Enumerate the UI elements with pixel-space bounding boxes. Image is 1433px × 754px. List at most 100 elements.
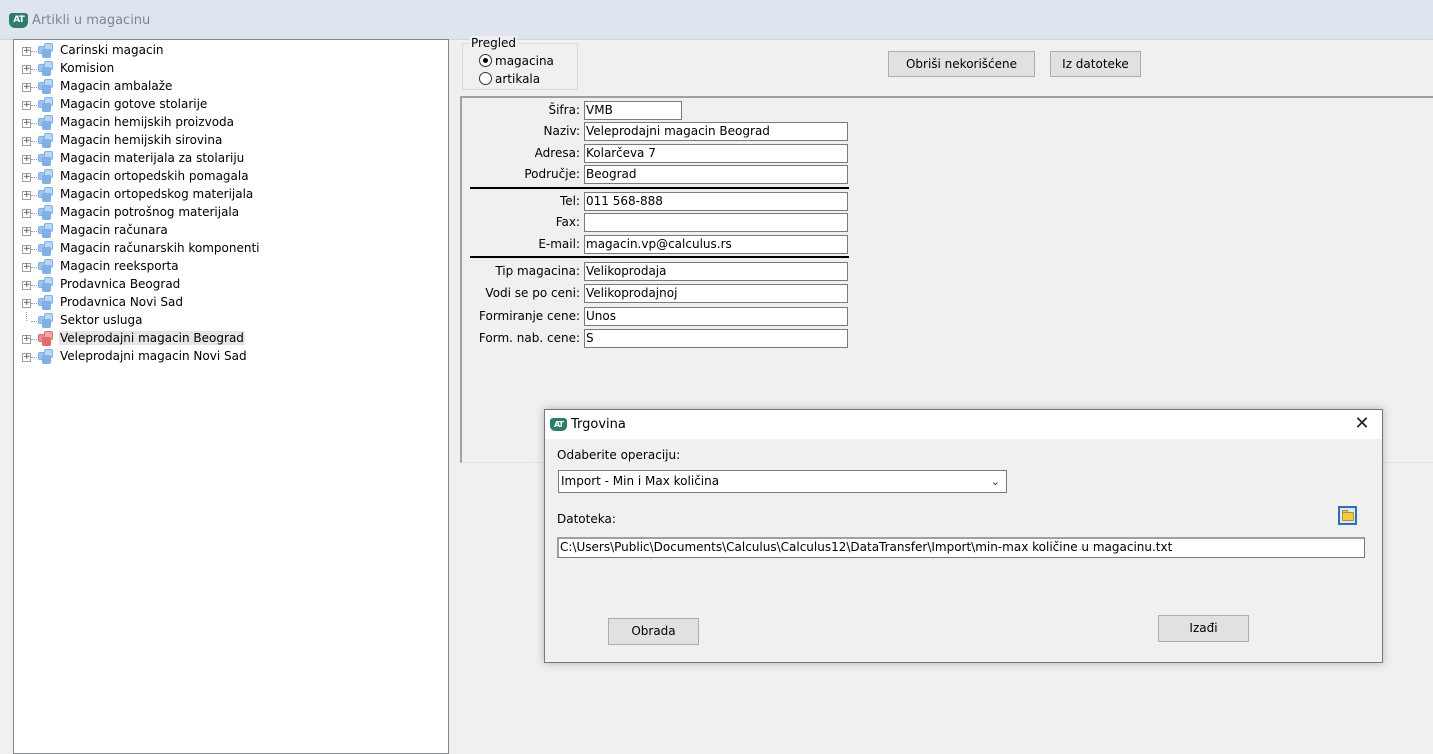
warehouse-icon [38, 223, 54, 238]
form-nab-cene-label: Form. nab. cene: [478, 331, 580, 345]
warehouse-tree[interactable]: + Carinski magacin + Komision + Magacin ambal… [13, 39, 449, 754]
tree-item[interactable]: + Magacin reeksporta [14, 258, 444, 276]
tree-item[interactable]: + Prodavnica Novi Sad [14, 294, 444, 312]
tree-item[interactable]: + Carinski magacin [14, 42, 444, 60]
adresa-field[interactable]: Kolarčeva 7 [584, 144, 848, 163]
process-button[interactable]: Obrada [608, 618, 699, 645]
radio-magacina-label[interactable]: magacina [495, 54, 554, 68]
tree-item[interactable]: + Magacin hemijskih proizvoda [14, 114, 444, 132]
expand-icon[interactable]: + [22, 353, 31, 362]
expand-icon[interactable]: + [22, 191, 31, 200]
radio-artikala[interactable] [479, 72, 492, 85]
formiranje-cene-label: Formiranje cene: [479, 309, 580, 323]
form-nab-cene-field[interactable]: S [584, 329, 848, 348]
tree-item-label: Komision [60, 61, 115, 75]
dialog-title: Trgovina [571, 417, 626, 432]
podrucje-label: Područje: [524, 167, 580, 181]
tree-item-label: Magacin ortopedskog materijala [60, 187, 254, 201]
expand-icon[interactable]: + [22, 137, 31, 146]
operation-label: Odaberite operaciju: [557, 448, 681, 462]
tree-item[interactable]: + Magacin ortopedskog materijala [14, 186, 444, 204]
chevron-down-icon: ⌄ [990, 475, 1000, 488]
tree-item-label: Magacin reeksporta [60, 259, 179, 273]
expand-icon[interactable]: + [22, 47, 31, 56]
tree-item-label: Magacin računarskih komponenti [60, 241, 260, 255]
radio-artikala-label[interactable]: artikala [495, 72, 540, 86]
email-label: E-mail: [538, 237, 580, 251]
tree-item-label: Magacin materijala za stolariju [60, 151, 245, 165]
warehouse-icon [38, 241, 54, 256]
expand-icon[interactable]: + [22, 65, 31, 74]
naziv-field[interactable]: Veleprodajni magacin Beograd [584, 122, 848, 141]
expand-icon[interactable]: + [22, 173, 31, 182]
tree-item-label: Magacin hemijskih sirovina [60, 133, 223, 147]
expand-icon[interactable]: + [22, 245, 31, 254]
tree-item-label: Magacin gotove stolarije [60, 97, 208, 111]
dialog-logo-icon: AT [550, 418, 567, 431]
expand-icon[interactable]: + [22, 119, 31, 128]
file-label: Datoteka: [557, 512, 616, 526]
tree-item[interactable]: + Magacin računarskih komponenti [14, 240, 444, 258]
tree-item[interactable]: + Magacin materijala za stolariju [14, 150, 444, 168]
window-titlebar: AT Artikli u magacinu [0, 0, 1433, 40]
window-title: Artikli u magacinu [32, 13, 151, 28]
file-path-field[interactable]: C:\Users\Public\Documents\Calculus\Calcu… [557, 537, 1365, 558]
tree-item[interactable]: + Magacin hemijskih sirovina [14, 132, 444, 150]
expand-icon[interactable]: + [22, 155, 31, 164]
close-icon[interactable]: ✕ [1342, 410, 1382, 439]
radio-magacina[interactable] [479, 54, 492, 67]
expand-icon[interactable]: + [22, 335, 31, 344]
fax-field[interactable] [584, 213, 848, 232]
fax-label: Fax: [555, 215, 580, 229]
operation-select[interactable]: Import - Min i Max količina ⌄ [558, 470, 1007, 493]
tree-item[interactable]: + Magacin ortopedskih pomagala [14, 168, 444, 186]
tel-field[interactable]: 011 568-888 [584, 192, 848, 211]
email-field[interactable]: magacin.vp@calculus.rs [584, 235, 848, 254]
expand-icon[interactable]: + [22, 299, 31, 308]
warehouse-icon [38, 295, 54, 310]
warehouse-icon [38, 259, 54, 274]
tree-item[interactable]: + Komision [14, 60, 444, 78]
tree-item[interactable]: + Veleprodajni magacin Beograd [14, 330, 444, 348]
expand-icon[interactable]: + [22, 281, 31, 290]
tree-item-label: Magacin ambalaže [60, 79, 173, 93]
tree-item[interactable]: + Prodavnica Beograd [14, 276, 444, 294]
tree-item[interactable]: + Magacin ambalaže [14, 78, 444, 96]
expand-icon[interactable]: + [22, 227, 31, 236]
sifra-field[interactable]: VMB [584, 101, 682, 120]
operation-select-value: Import - Min i Max količina [561, 474, 720, 488]
dialog-titlebar: AT Trgovina ✕ [545, 410, 1382, 439]
formiranje-cene-field[interactable]: Unos [584, 307, 848, 326]
tree-item-label: Magacin računara [60, 223, 168, 237]
tree-item[interactable]: + Magacin računara [14, 222, 444, 240]
warehouse-icon [38, 97, 54, 112]
tree-item[interactable]: + Magacin potrošnog materijala [14, 204, 444, 222]
tree-item[interactable]: Sektor usluga [14, 312, 444, 330]
warehouse-icon [38, 277, 54, 292]
tree-item[interactable]: + Magacin gotove stolarije [14, 96, 444, 114]
warehouse-icon [38, 187, 54, 202]
tree-item-label: Sektor usluga [60, 313, 143, 327]
exit-button[interactable]: Izađi [1158, 615, 1249, 642]
expand-icon[interactable]: + [22, 209, 31, 218]
delete-unused-button[interactable]: Obriši nekorišćene [888, 51, 1035, 77]
tree-item[interactable]: + Veleprodajni magacin Novi Sad [14, 348, 444, 366]
expand-icon[interactable]: + [22, 263, 31, 272]
folder-open-icon[interactable] [1338, 506, 1357, 525]
tree-item-label: Veleprodajni magacin Novi Sad [60, 349, 247, 363]
expand-icon[interactable]: + [22, 83, 31, 92]
naziv-label: Naziv: [543, 124, 580, 138]
sifra-label: Šifra: [548, 103, 580, 117]
expand-icon[interactable]: + [22, 101, 31, 110]
podrucje-field[interactable]: Beograd [584, 165, 848, 184]
pregled-title: Pregled [470, 36, 518, 50]
tip-magacina-label: Tip magacina: [495, 264, 580, 278]
tree-item-label: Veleprodajni magacin Beograd [59, 331, 245, 345]
vodi-se-po-ceni-field[interactable]: Velikoprodajnoj [584, 284, 848, 303]
tree-item-label: Magacin potrošnog materijala [60, 205, 240, 219]
tree-item-label: Prodavnica Beograd [60, 277, 181, 291]
tree-line [26, 312, 27, 321]
import-from-file-button[interactable]: Iz datoteke [1050, 51, 1141, 77]
separator [470, 187, 849, 189]
tip-magacina-field[interactable]: Velikoprodaja [584, 262, 848, 281]
